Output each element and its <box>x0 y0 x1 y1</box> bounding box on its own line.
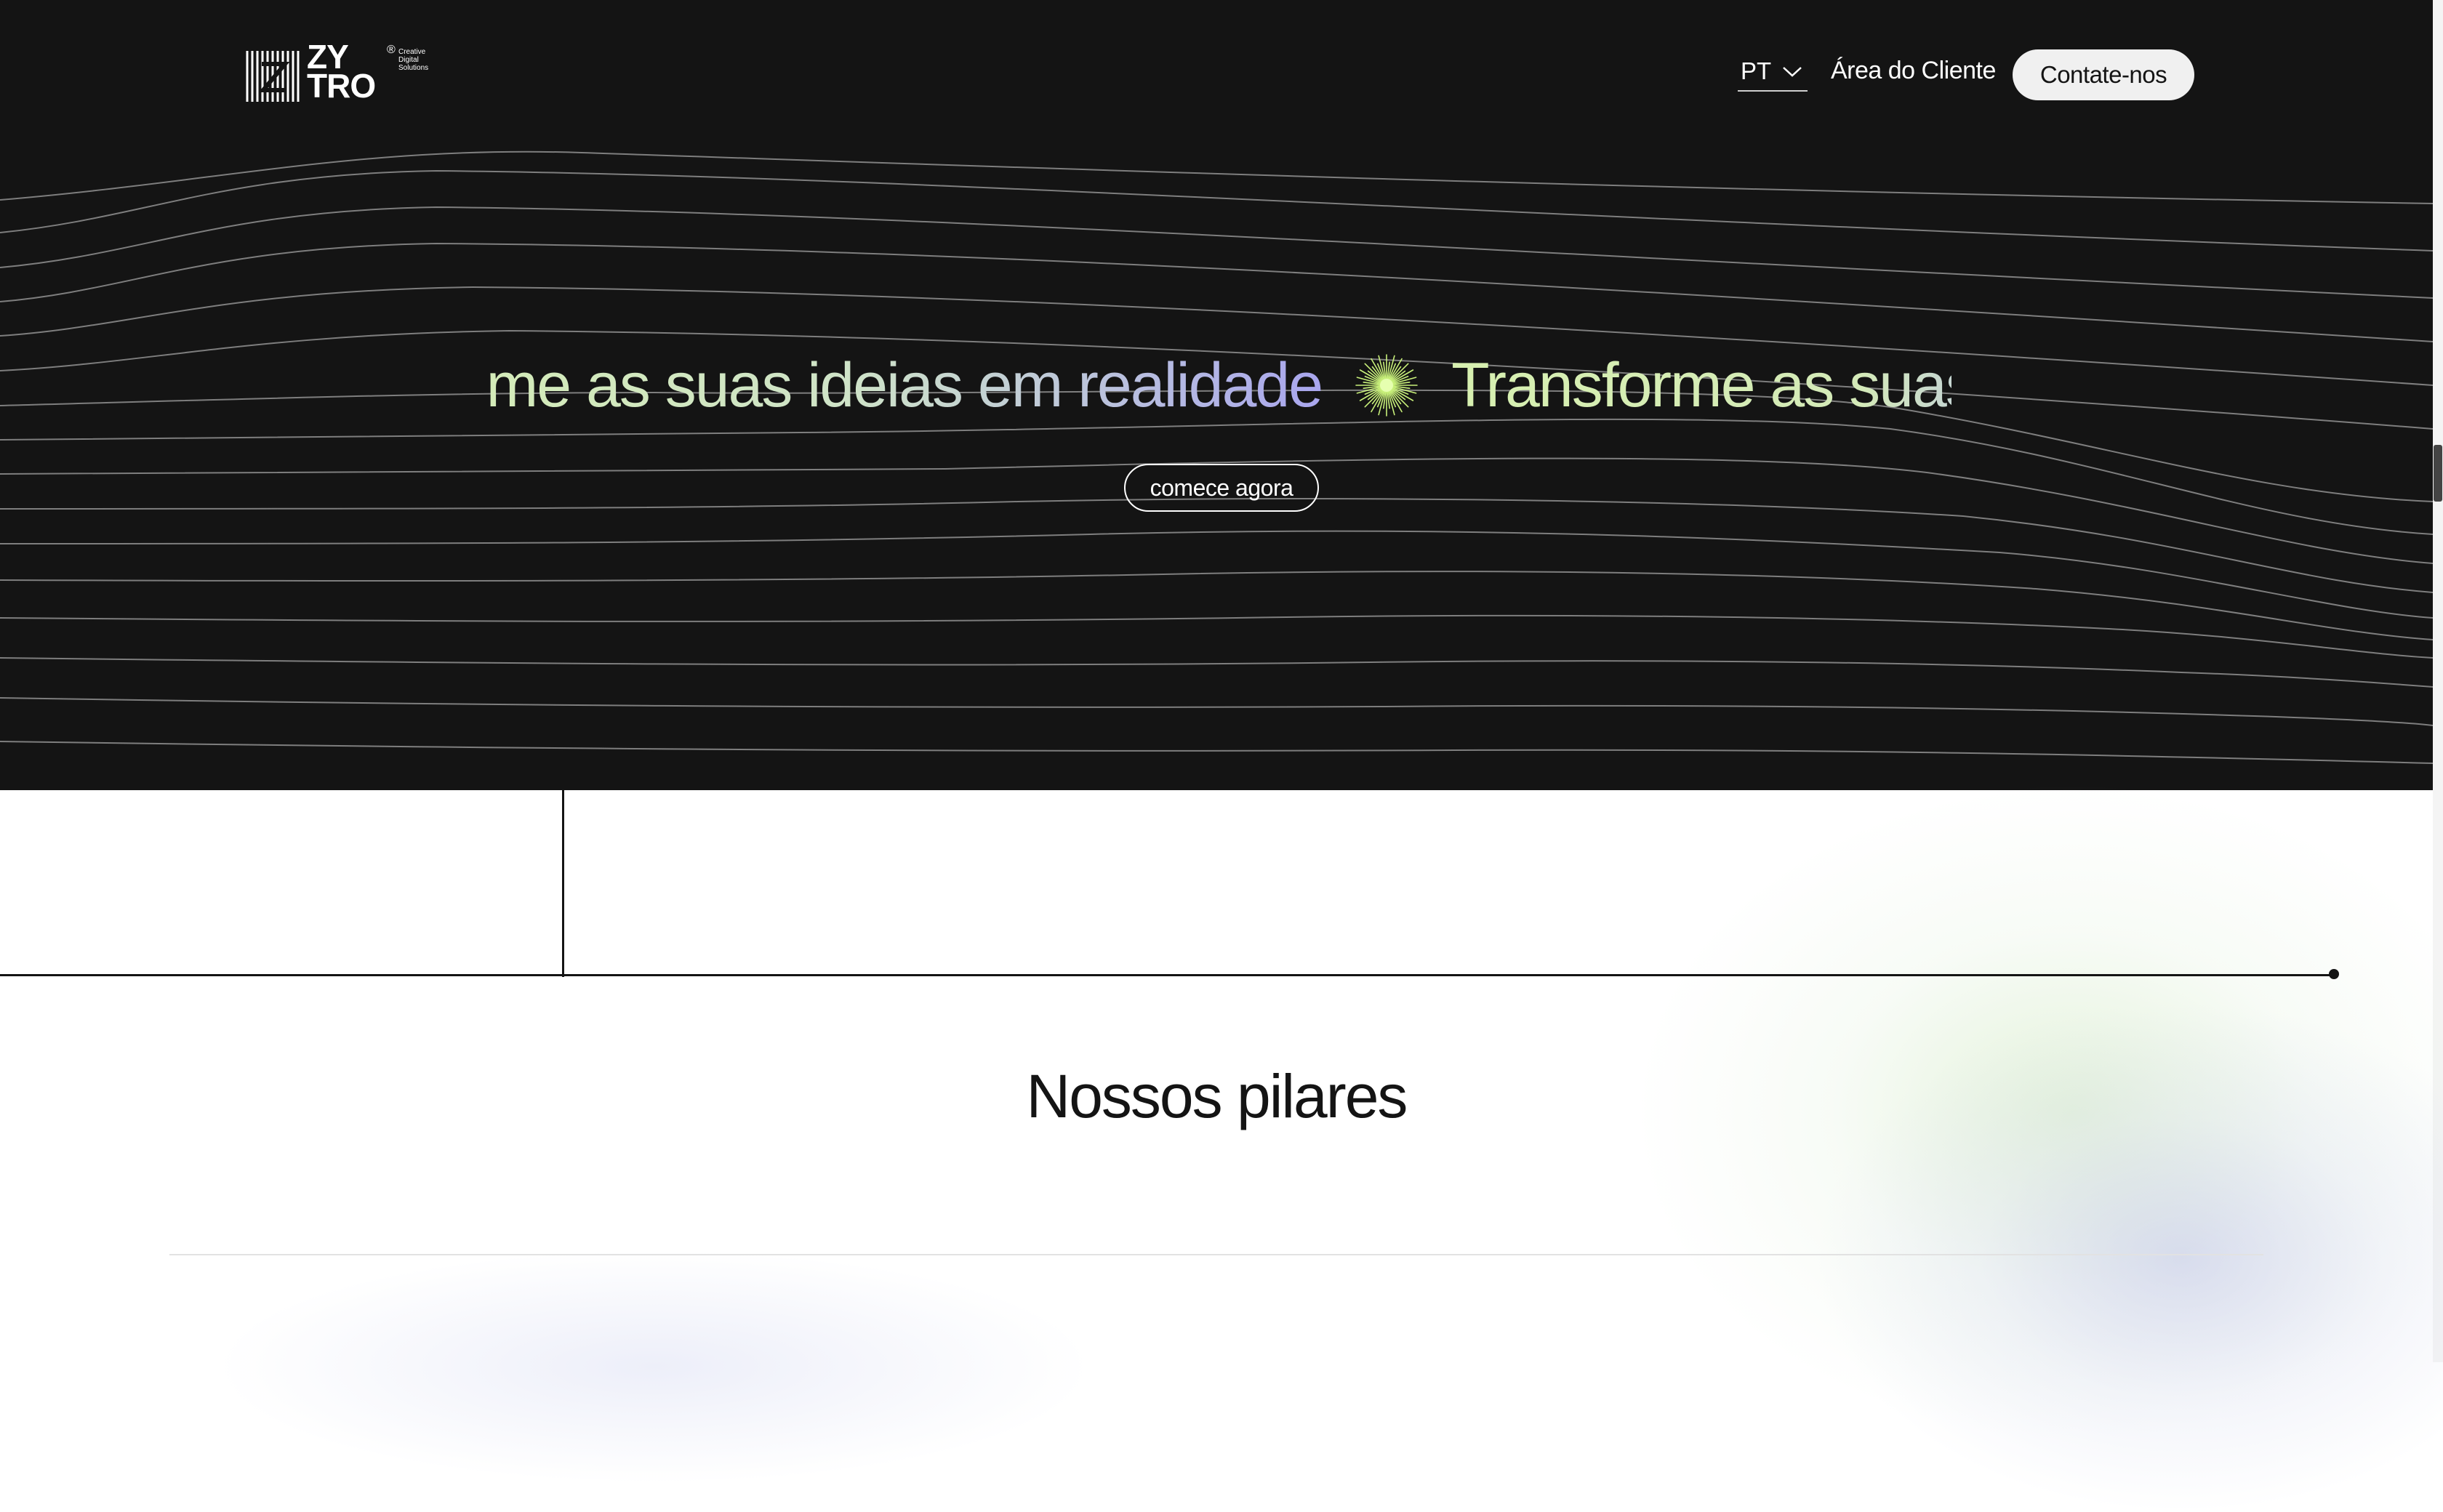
timeline-end-dot <box>2329 969 2339 979</box>
hero-marquee: ·me as suas ideias em realidade Transfor… <box>489 342 1951 429</box>
logo-mark-icon <box>246 51 300 102</box>
section-divider <box>169 1254 2263 1255</box>
hero-section: ZY TRO ® Creative Digital Solutions PT Á… <box>0 0 2433 790</box>
registered-mark: ® <box>387 44 396 56</box>
burst-ray <box>1364 388 1384 408</box>
marquee-text: Transforme as suas ic <box>1451 342 1951 429</box>
logo-tagline-line: Solutions <box>398 64 429 72</box>
sparkle-burst-icon <box>1355 354 1418 417</box>
burst-ray <box>1389 363 1409 382</box>
logo-wordmark: ZY TRO <box>307 40 387 105</box>
chevron-down-icon <box>1783 67 1802 77</box>
burst-ray <box>1389 388 1409 408</box>
pillars-title: Nossos pilares <box>1026 1062 1408 1130</box>
contact-button[interactable]: Contate-nos <box>2013 49 2194 100</box>
start-now-button[interactable]: comece agora <box>1124 464 1319 512</box>
language-selector[interactable]: PT <box>1738 52 1808 92</box>
logo-tagline-line: Digital <box>398 56 419 64</box>
lavender-glow-decoration <box>218 1250 1091 1483</box>
language-selected: PT <box>1741 57 1772 84</box>
logo-word-bottom: TRO <box>307 67 376 105</box>
scrollbar-track[interactable] <box>2433 0 2443 1362</box>
zytro-logo[interactable]: ZY TRO ® Creative Digital Solutions <box>244 40 428 105</box>
horizontal-timeline-line <box>0 974 2335 976</box>
client-area-link[interactable]: Área do Cliente <box>1831 57 1996 85</box>
logo-tagline-line: Creative <box>398 48 426 56</box>
logo-tagline: Creative Digital Solutions <box>398 48 442 72</box>
scrollbar-thumb[interactable] <box>2434 445 2442 502</box>
vertical-divider-line <box>562 790 564 977</box>
marquee-text: ·me as suas ideias em realidade <box>489 342 1323 429</box>
marquee-track: ·me as suas ideias em realidade Transfor… <box>489 342 1951 429</box>
burst-ray <box>1364 363 1384 382</box>
